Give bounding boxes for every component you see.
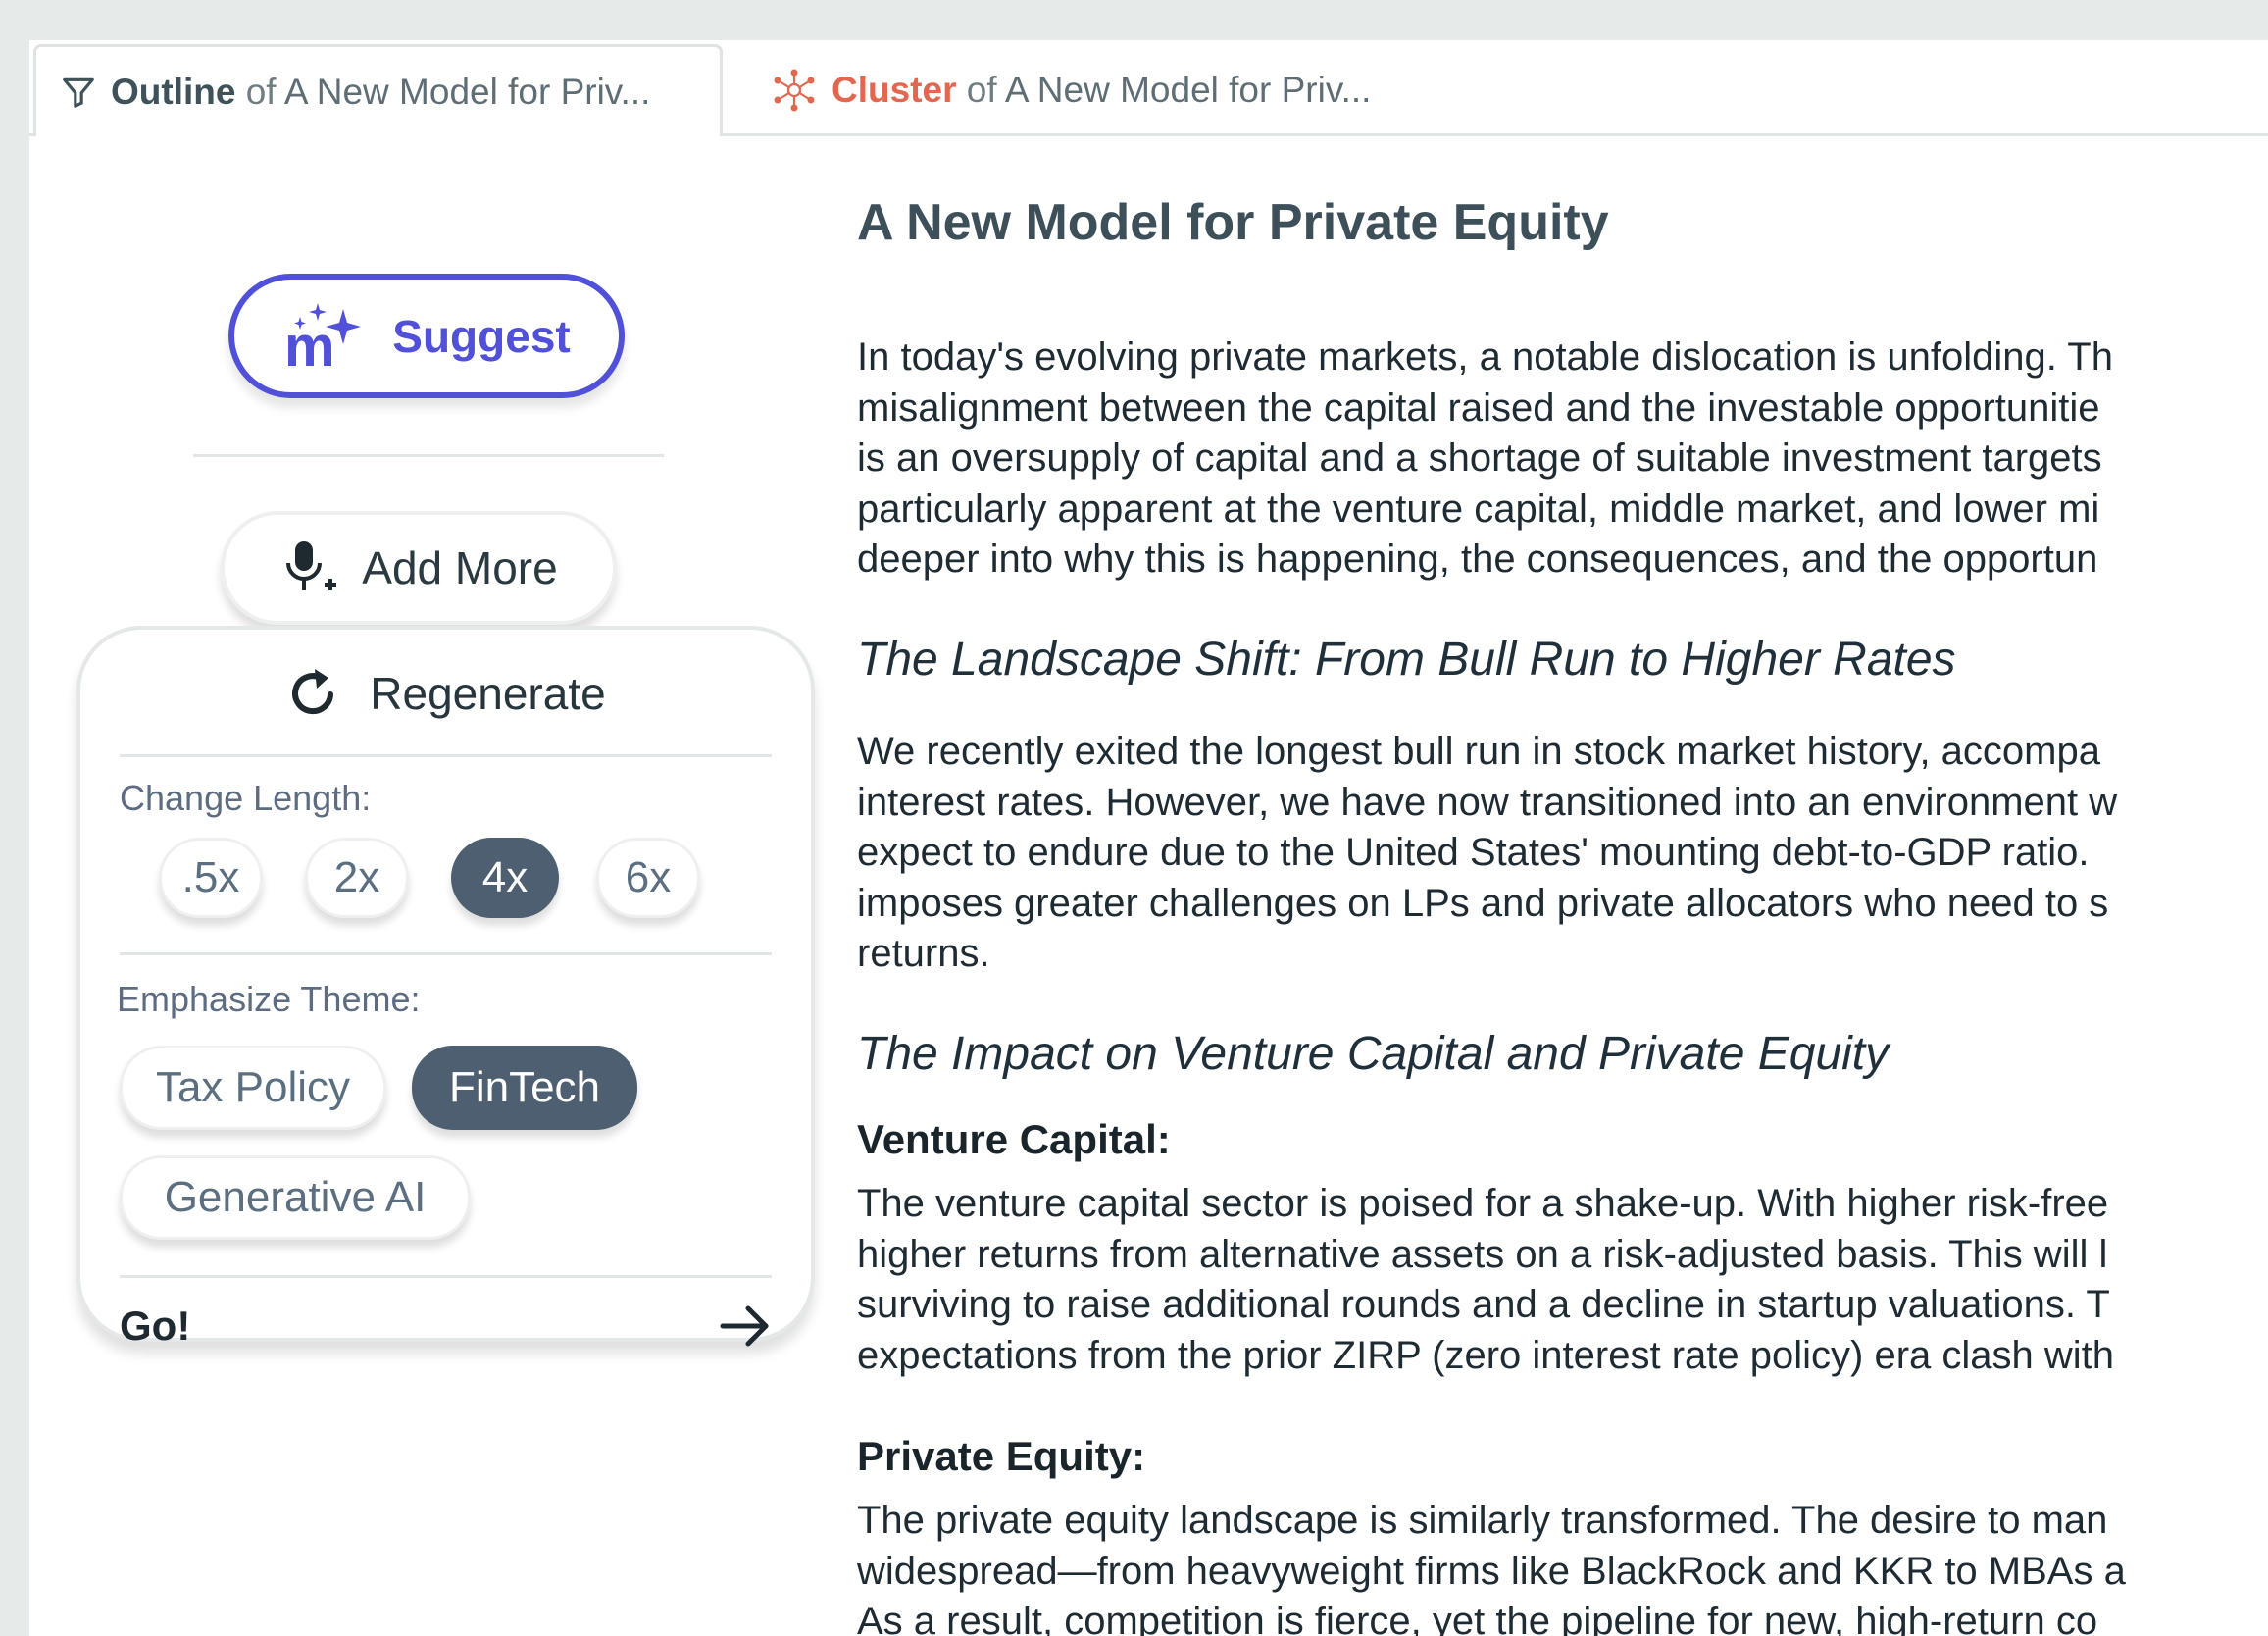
text-line: is an oversupply of capital and a shorta… [857, 436, 2102, 480]
text-line: In today's evolving private markets, a n… [857, 335, 2113, 379]
text-line: misalignment between the capital raised … [857, 385, 2100, 430]
tab-type-label: Cluster [832, 70, 957, 110]
tab-of-label: of [966, 70, 997, 110]
text-line: The private equity landscape is similarl… [857, 1499, 2108, 1542]
theme-option-tax-policy[interactable]: Tax Policy [120, 1046, 386, 1130]
text-line: As a result, competition is fierce, yet … [857, 1600, 2098, 1636]
suggest-label: Suggest [392, 310, 571, 362]
text-line: The venture capital sector is poised for… [857, 1182, 2109, 1225]
text-line: surviving to raise additional rounds and… [857, 1283, 2110, 1326]
length-option-0-5x[interactable]: .5x [159, 838, 263, 918]
length-option-4x[interactable]: 4x [451, 838, 559, 918]
divider [193, 454, 664, 457]
regenerate-button[interactable]: Regenerate [80, 659, 811, 728]
intro-paragraph: In today's evolving private markets, a n… [857, 332, 2113, 586]
regenerate-card: Regenerate Change Length: .5x 2x 4x 6x E… [76, 626, 815, 1349]
length-option-2x[interactable]: 2x [305, 838, 409, 918]
regenerate-label: Regenerate [370, 668, 606, 719]
go-label: Go! [120, 1303, 191, 1349]
divider [120, 952, 772, 955]
text-line: expect to endure due to the United State… [857, 831, 2090, 874]
text-line: deeper into why this is happening, the c… [857, 537, 2098, 581]
section-heading: The Impact on Venture Capital and Privat… [857, 1028, 1890, 1080]
tab-doc-name: A New Model for Priv... [283, 71, 651, 112]
text-line: expectations from the prior ZIRP (zero i… [857, 1333, 2114, 1377]
text-line: higher returns from alternative assets o… [857, 1232, 2108, 1276]
text-line: particularly apparent at the venture cap… [857, 486, 2100, 531]
section-paragraph: The venture capital sector is poised for… [857, 1179, 2114, 1381]
emphasize-theme-label: Emphasize Theme: [117, 979, 421, 1019]
subsection-heading: Private Equity: [857, 1433, 1146, 1479]
filter-icon [63, 77, 94, 108]
tab-of-label: of [245, 71, 277, 112]
add-more-button[interactable]: Add More [221, 511, 617, 625]
text-line: We recently exited the longest bull run … [857, 730, 2100, 773]
add-more-label: Add More [362, 542, 558, 593]
theme-option-generative-ai[interactable]: Generative AI [120, 1155, 471, 1240]
subsection-heading: Venture Capital: [857, 1116, 1171, 1162]
text-line: interest rates. However, we have now tra… [857, 780, 2118, 824]
text-line: returns. [857, 932, 990, 975]
divider [120, 1275, 772, 1278]
theme-option-fintech[interactable]: FinTech [412, 1046, 637, 1130]
cluster-icon [774, 69, 815, 112]
magic-m-sparkle-icon: m [284, 302, 362, 372]
document-title: A New Model for Private Equity [857, 194, 1609, 251]
length-option-6x[interactable]: 6x [596, 838, 700, 918]
section-paragraph: We recently exited the longest bull run … [857, 727, 2117, 980]
go-button[interactable]: Go! [120, 1297, 772, 1355]
tab-type-label: Outline [111, 71, 236, 112]
microphone-plus-icon [286, 541, 337, 590]
app-window: Outline of A New Model for Priv... Clust… [29, 40, 2268, 1636]
suggest-button[interactable]: m Suggest [228, 274, 625, 398]
arrow-right-icon [720, 1305, 769, 1347]
divider [120, 754, 772, 757]
tab-bar: Outline of A New Model for Priv... Clust… [29, 40, 2268, 136]
tab-outline[interactable]: Outline of A New Model for Priv... [33, 44, 723, 136]
tab-doc-name: A New Model for Priv... [1004, 70, 1372, 110]
text-line: widespread—from heavyweight firms like B… [857, 1549, 2126, 1593]
section-paragraph: The private equity landscape is similarl… [857, 1496, 2126, 1636]
svg-text:m: m [284, 315, 335, 372]
refresh-icon [292, 669, 334, 715]
section-heading: The Landscape Shift: From Bull Run to Hi… [857, 634, 1956, 686]
tab-cluster[interactable]: Cluster of A New Model for Priv... [728, 44, 1414, 136]
change-length-label: Change Length: [120, 778, 372, 818]
text-line: imposes greater challenges on LPs and pr… [857, 881, 2109, 925]
